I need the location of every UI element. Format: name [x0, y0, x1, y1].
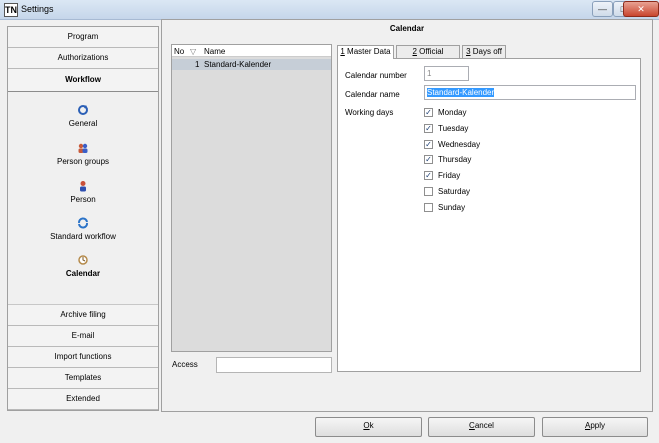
sidebar-section-email[interactable]: E-mail — [8, 326, 158, 347]
sort-indicator-icon[interactable]: ▽ — [190, 47, 196, 56]
person-icon — [80, 181, 86, 192]
day-label: Friday — [438, 171, 461, 180]
checkbox-sunday[interactable]: Sunday — [424, 203, 465, 215]
day-label: Thursday — [438, 155, 472, 164]
access-input[interactable] — [216, 357, 332, 373]
tab-label: Master Data — [344, 47, 391, 56]
checkbox[interactable]: ✓ — [424, 108, 433, 118]
calendar-name-field[interactable]: Standard-Kalender — [424, 85, 636, 100]
workflow-item-label: General — [68, 119, 98, 128]
workflow-item-standard-workflow[interactable]: Standard workflow — [8, 217, 158, 241]
settings-sidebar: Program Authorizations Workflow General … — [7, 26, 159, 411]
column-header-no[interactable]: No — [174, 47, 184, 56]
checkbox-thursday[interactable]: ✓ Thursday — [424, 155, 471, 167]
cancel-button[interactable]: Cancel — [428, 417, 535, 437]
sidebar-section-archive-filing[interactable]: Archive filing — [8, 305, 158, 326]
checkbox[interactable]: ✓ — [424, 124, 433, 134]
checkbox-wednesday[interactable]: ✓ Wednesday — [424, 140, 480, 152]
row-number: 1 — [195, 60, 200, 69]
checkbox-tuesday[interactable]: ✓ Tuesday — [424, 124, 468, 136]
apply-button[interactable]: Apply — [542, 417, 648, 437]
row-name: Standard-Kalender — [204, 60, 272, 69]
checkbox-saturday[interactable]: Saturday — [424, 187, 470, 199]
checkbox[interactable] — [424, 203, 433, 213]
cycle-icon — [78, 217, 88, 229]
sidebar-section-templates[interactable]: Templates — [8, 368, 158, 389]
page-title: Calendar — [389, 24, 425, 33]
sidebar-section-authorizations[interactable]: Authorizations — [8, 48, 158, 69]
window-title: Settings — [21, 4, 54, 14]
sidebar-section-import-functions[interactable]: Import functions — [8, 347, 158, 368]
tab-master-data[interactable]: 1 Master Data — [337, 45, 394, 59]
tab-days-off[interactable]: 3 Days off — [462, 45, 506, 58]
calendar-list[interactable]: No ▽ Name 1 Standard-Kalender — [171, 44, 332, 352]
day-label: Wednesday — [438, 140, 481, 149]
day-label: Saturday — [438, 187, 471, 196]
calendar-name-label: Calendar name — [345, 90, 400, 99]
column-header-name[interactable]: Name — [204, 47, 225, 56]
minimize-button[interactable]: — — [592, 1, 613, 17]
tab-label: Days off — [470, 47, 502, 56]
table-row[interactable]: 1 Standard-Kalender — [172, 59, 331, 70]
calendar-name-value: Standard-Kalender — [427, 88, 495, 97]
ok-button[interactable]: Ok — [315, 417, 422, 437]
workflow-item-calendar[interactable]: Calendar — [8, 254, 158, 278]
workflow-item-label: Person — [70, 195, 96, 204]
workflow-item-person[interactable]: Person — [8, 180, 158, 204]
checkbox[interactable]: ✓ — [424, 140, 433, 150]
workflow-panel: General Person groups Person Standard wo… — [8, 92, 158, 305]
list-header: No ▽ Name — [172, 45, 331, 57]
calendar-number-label: Calendar number — [345, 71, 407, 80]
day-label: Monday — [438, 108, 467, 117]
day-label: Sunday — [438, 203, 466, 212]
refresh-blue-icon — [78, 105, 88, 115]
calendar-icon — [78, 255, 88, 265]
sidebar-section-extended[interactable]: Extended — [8, 389, 158, 410]
workflow-item-general[interactable]: General — [8, 104, 158, 128]
working-days-label: Working days — [345, 108, 394, 117]
workflow-item-label: Standard workflow — [50, 232, 116, 241]
workflow-item-label: Calendar — [65, 269, 101, 278]
tab-official-holidays[interactable]: 2 Official holidays — [396, 45, 460, 68]
title-bar: TN Settings — □ ✕ — [0, 0, 659, 20]
checkbox[interactable]: ✓ — [424, 171, 433, 181]
app-logo-icon: TN — [4, 3, 18, 17]
button-label: pply — [590, 421, 606, 430]
button-label: ancel — [474, 421, 494, 430]
checkbox-monday[interactable]: ✓ Monday — [424, 108, 466, 120]
day-label: Tuesday — [438, 124, 469, 133]
checkbox[interactable] — [424, 187, 433, 197]
checkbox-friday[interactable]: ✓ Friday — [424, 171, 460, 183]
button-label: k — [369, 421, 374, 430]
access-label: Access — [172, 360, 198, 369]
workflow-item-label: Person groups — [56, 157, 110, 166]
sidebar-section-program[interactable]: Program — [8, 27, 158, 48]
calendar-number-field[interactable]: 1 — [424, 66, 469, 81]
close-button[interactable]: ✕ — [623, 1, 659, 17]
master-data-panel: Calendar number 1 Calendar name Standard… — [337, 58, 641, 372]
workflow-item-person-groups[interactable]: Person groups — [8, 142, 158, 166]
people-icon — [78, 143, 88, 153]
checkbox[interactable]: ✓ — [424, 155, 433, 165]
sidebar-section-workflow[interactable]: Workflow — [8, 69, 158, 93]
calendar-settings-panel: Calendar No ▽ Name 1 Standard-Kalender A… — [161, 19, 653, 412]
